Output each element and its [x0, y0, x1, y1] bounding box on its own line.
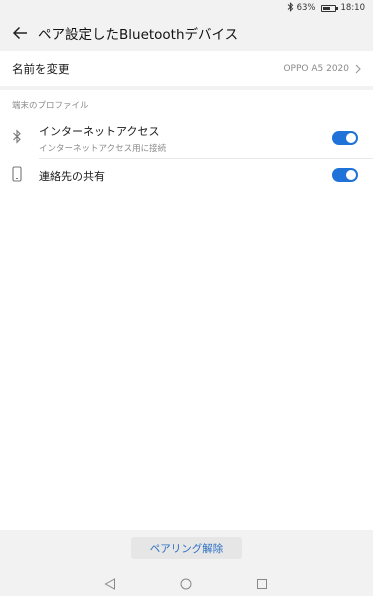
- internet-access-toggle[interactable]: [332, 131, 358, 145]
- square-recents-icon: [257, 579, 267, 589]
- profiles-section: 端末のプロファイル インターネットアクセス インターネットアクセス用に接続 連絡…: [0, 90, 373, 530]
- back-button[interactable]: [0, 16, 40, 50]
- unpair-button[interactable]: ペアリング解除: [131, 537, 242, 559]
- nav-back-button[interactable]: [104, 575, 116, 594]
- chevron-right-icon: [355, 64, 361, 73]
- page-title: ペア設定したBluetoothデバイス: [38, 27, 239, 43]
- profile-label: インターネットアクセス: [39, 125, 160, 138]
- section-title: 端末のプロファイル: [12, 101, 89, 111]
- profile-row-contact-sharing[interactable]: 連絡先の共有: [0, 162, 373, 188]
- arrow-left-icon: [12, 26, 27, 40]
- profile-row-internet-access[interactable]: インターネットアクセス インターネットアクセス用に接続: [0, 122, 373, 156]
- bluetooth-status-icon: [287, 1, 294, 15]
- phone-icon: [12, 166, 22, 186]
- circle-home-icon: [180, 578, 192, 590]
- divider: [39, 158, 373, 159]
- nav-home-button[interactable]: [180, 575, 192, 594]
- device-name: OPPO A5 2020: [283, 63, 349, 74]
- battery-percent: 63%: [296, 3, 316, 13]
- profile-sublabel: インターネットアクセス用に接続: [39, 144, 167, 154]
- toggle-knob: [346, 170, 356, 180]
- rename-row[interactable]: 名前を変更 OPPO A5 2020: [0, 51, 373, 86]
- contact-sharing-toggle[interactable]: [332, 168, 358, 182]
- title-bar: ペア設定したBluetoothデバイス: [0, 16, 373, 50]
- clock: 18:10: [340, 3, 366, 13]
- rename-label: 名前を変更: [12, 61, 70, 76]
- status-bar: 63% 18:10: [0, 0, 373, 16]
- bluetooth-icon: [12, 129, 22, 148]
- toggle-knob: [346, 133, 356, 143]
- triangle-back-icon: [104, 578, 115, 590]
- navigation-bar: [0, 570, 373, 596]
- battery-icon: [320, 4, 338, 12]
- profile-label: 連絡先の共有: [39, 170, 105, 183]
- nav-recents-button[interactable]: [256, 575, 268, 594]
